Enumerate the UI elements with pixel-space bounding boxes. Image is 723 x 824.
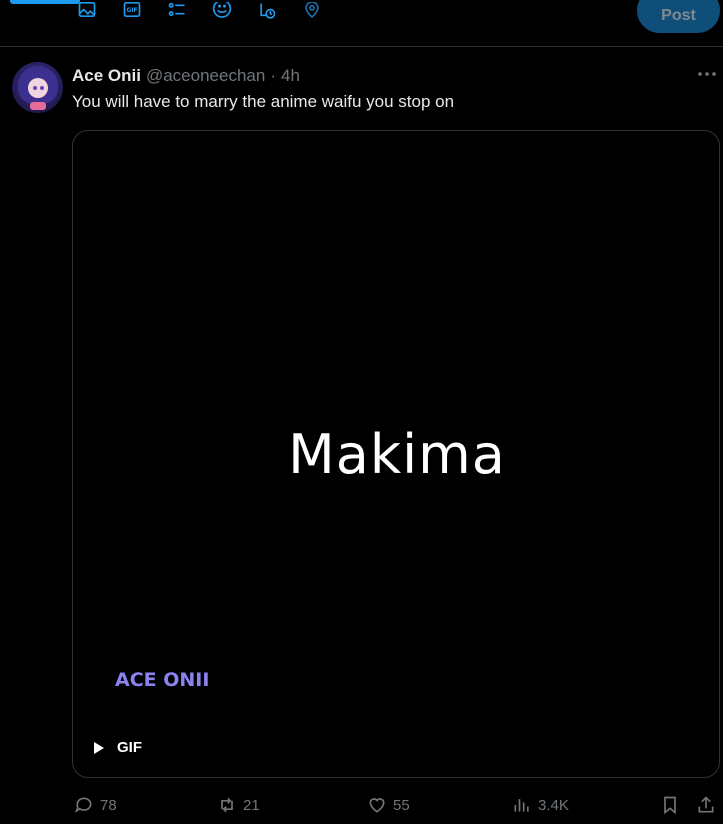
share-icon — [698, 796, 714, 813]
reply-icon — [74, 797, 92, 813]
display-name[interactable]: Ace Onii — [72, 66, 141, 86]
tweet-header: Ace Onii @aceoneechan · 4h — [72, 66, 300, 86]
separator-dot: · — [270, 66, 276, 85]
progress-indicator — [10, 0, 80, 4]
gif-media[interactable]: Makima ACE ONII GIF — [72, 130, 720, 778]
like-count: 55 — [393, 796, 410, 814]
media-icon[interactable] — [75, 0, 99, 24]
analytics-icon — [514, 799, 529, 812]
reply-count: 78 — [100, 796, 117, 814]
user-handle[interactable]: @aceoneechan — [146, 66, 265, 86]
location-icon — [300, 0, 324, 24]
composer-toolbar: GIF Post — [0, 0, 723, 47]
timestamp[interactable]: 4h — [281, 66, 300, 86]
tweet[interactable]: Ace Onii @aceoneechan · 4h You will have… — [0, 48, 723, 824]
reply-button[interactable]: 78 — [74, 790, 117, 820]
bookmark-icon — [664, 796, 676, 815]
avatar[interactable] — [12, 62, 63, 113]
share-button[interactable] — [696, 790, 716, 820]
repost-button[interactable]: 21 — [217, 790, 260, 820]
post-button[interactable]: Post — [637, 0, 720, 33]
gif-caption-text: Makima — [288, 423, 506, 486]
watermark-text: ACE ONII — [115, 669, 210, 691]
repost-icon — [221, 797, 233, 813]
view-count: 3.4K — [538, 796, 569, 814]
emoji-icon[interactable] — [210, 0, 234, 24]
like-button[interactable]: 55 — [367, 790, 410, 820]
views-button[interactable]: 3.4K — [512, 790, 569, 820]
bookmark-button[interactable] — [660, 790, 680, 820]
heart-icon — [369, 798, 385, 813]
more-options-icon[interactable] — [696, 64, 718, 84]
play-icon — [93, 741, 107, 755]
repost-count: 21 — [243, 796, 260, 814]
tweet-text: You will have to marry the anime waifu y… — [72, 92, 455, 111]
poll-icon[interactable] — [165, 0, 189, 24]
gif-play-badge[interactable]: GIF — [93, 739, 142, 756]
gif-icon[interactable]: GIF — [120, 0, 144, 24]
schedule-icon[interactable] — [255, 0, 279, 24]
gif-label: GIF — [117, 739, 142, 756]
svg-text:GIF: GIF — [127, 8, 138, 14]
tweet-actions: 78 21 55 3.4K — [0, 790, 723, 820]
app-root: GIF Post Ace Onii @aceoneechan · 4h You … — [0, 0, 723, 824]
